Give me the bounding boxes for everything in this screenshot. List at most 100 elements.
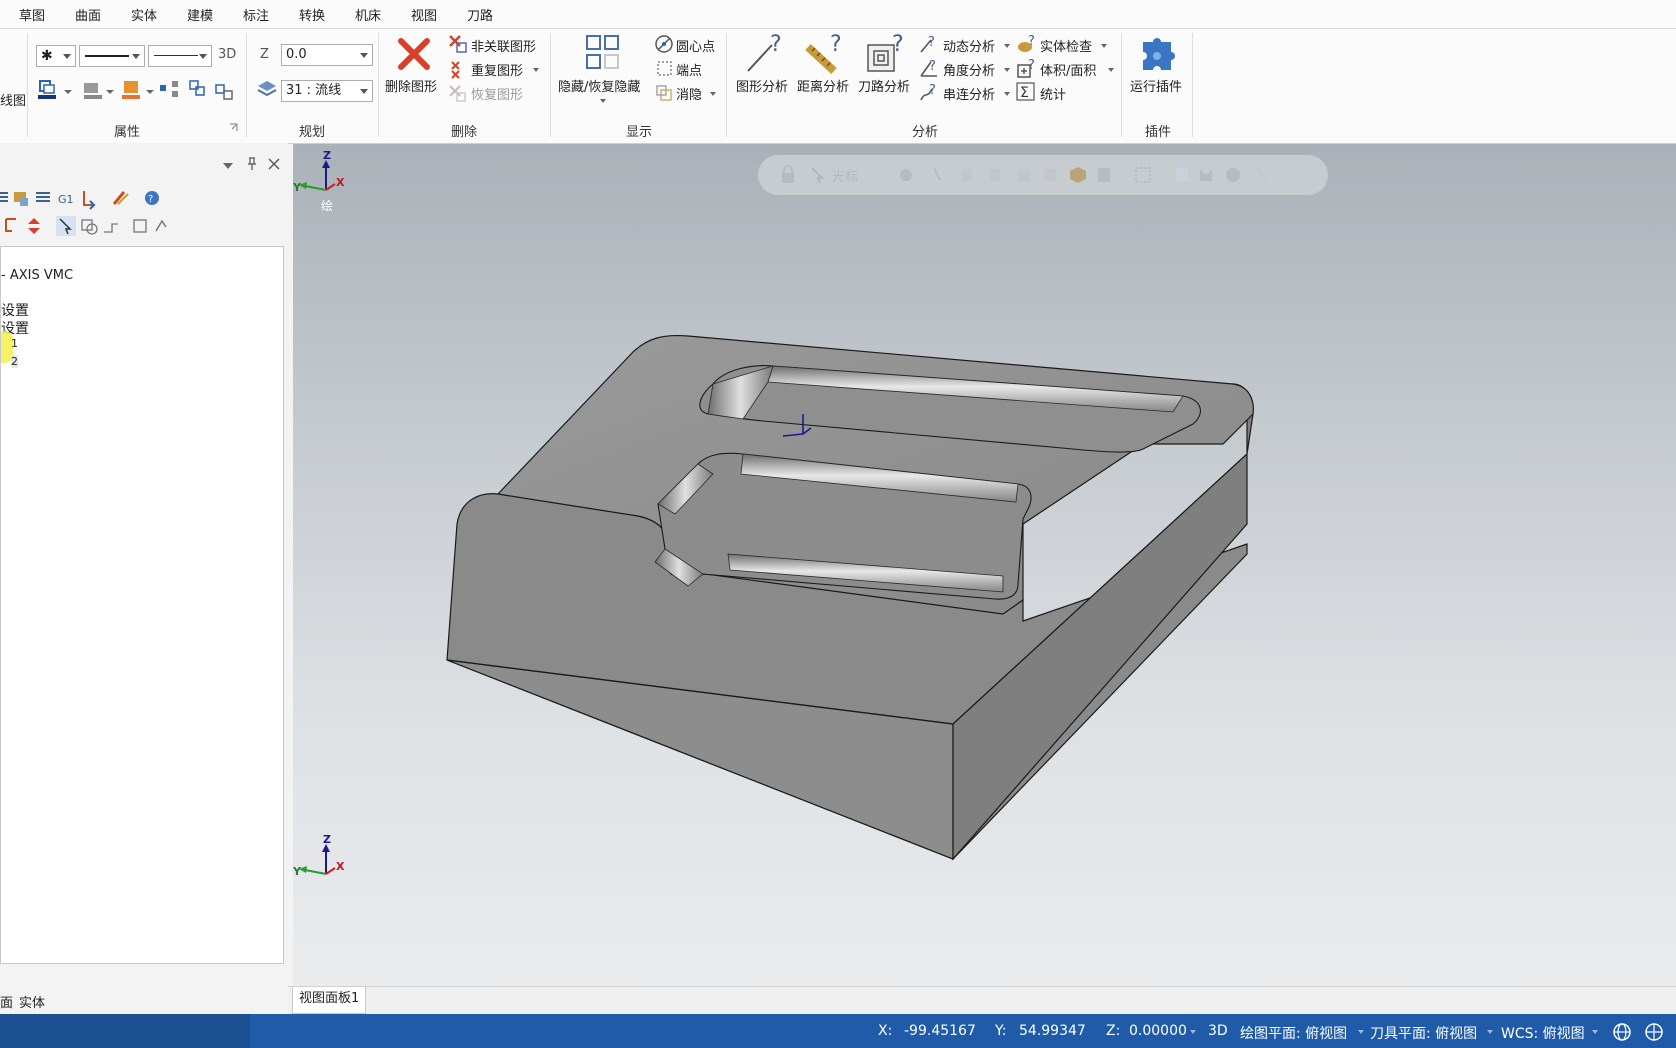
- volume-area-dropdown-arrow[interactable]: [1108, 68, 1114, 72]
- hide-unhide-icon[interactable]: [585, 34, 621, 72]
- status-x-label: X:: [878, 1023, 893, 1039]
- status-tool-plane[interactable]: 刀具平面: 俯视图: [1370, 1023, 1477, 1043]
- toolpath-toolbar-row1[interactable]: G1 ?: [0, 188, 170, 210]
- menu-solids[interactable]: 实体: [131, 5, 157, 24]
- selection-mode-icons[interactable]: [878, 165, 1308, 185]
- blank-icon: [656, 85, 672, 101]
- hide-unhide-dropdown-arrow[interactable]: [600, 99, 606, 103]
- menu-surfaces[interactable]: 曲面: [75, 5, 101, 24]
- cursor-mode-label[interactable]: 光标: [832, 166, 858, 185]
- delete-x-icon[interactable]: [397, 37, 431, 71]
- menu-transform[interactable]: 转换: [299, 5, 325, 24]
- svg-text:Σ: Σ: [1020, 85, 1029, 101]
- duplicate-dropdown-arrow[interactable]: [533, 68, 539, 72]
- dynamic-analysis-dropdown-arrow[interactable]: [1004, 44, 1010, 48]
- blank-dropdown-arrow[interactable]: [710, 92, 716, 96]
- distance-analysis-icon[interactable]: ?: [804, 33, 846, 75]
- viewsheet-tab-1[interactable]: 视图面板1: [292, 987, 367, 1014]
- chain-analysis-button[interactable]: 串连分析: [943, 84, 995, 103]
- mode-3d-button[interactable]: 3D: [218, 47, 236, 62]
- menu-machine[interactable]: 机床: [355, 5, 381, 24]
- tree-operation-2[interactable]: 2: [11, 355, 18, 368]
- volume-area-button[interactable]: 体积/面积: [1040, 60, 1096, 79]
- menu-sketch[interactable]: 草图: [19, 5, 45, 24]
- solid-part-model[interactable]: [443, 324, 1523, 924]
- undelete-button[interactable]: 恢复图形: [471, 84, 523, 103]
- entity-analysis-button[interactable]: 图形分析: [736, 76, 788, 95]
- status-construction-plane[interactable]: 绘图平面: 俯视图: [1240, 1023, 1347, 1043]
- separator: [27, 33, 28, 137]
- tab-planes-partial[interactable]: 面: [0, 992, 13, 1011]
- statistics-button[interactable]: 统计: [1040, 84, 1066, 103]
- tree-operation-1[interactable]: 1: [11, 337, 18, 350]
- svg-text:?: ?: [1028, 58, 1035, 73]
- ribbon: 线图 ✱ 3D 属性 Z 0.0 31 : 流线 规划 删除图形 非关联图形 重…: [0, 29, 1676, 144]
- tab-solids[interactable]: 实体: [19, 992, 45, 1011]
- dialog-launcher-icon[interactable]: [229, 123, 238, 132]
- status-cplane-dropdown-arrow[interactable]: [1358, 1030, 1364, 1034]
- toolpath-toolbar-row2[interactable]: [0, 215, 180, 237]
- status-wcs[interactable]: WCS: 俯视图: [1501, 1023, 1585, 1043]
- status-mode-3d[interactable]: 3D: [1208, 1023, 1228, 1039]
- dynamic-analysis-icon: ?: [920, 35, 935, 53]
- status-z-dropdown-arrow[interactable]: [1190, 1030, 1196, 1034]
- point-style-combo[interactable]: ✱: [36, 45, 76, 67]
- line-width-combo[interactable]: [148, 45, 212, 67]
- toolpath-analysis-icon[interactable]: ?: [864, 33, 906, 75]
- undelete-icon: [449, 85, 466, 102]
- run-addin-button[interactable]: 运行插件: [1130, 76, 1182, 95]
- duplicate-button[interactable]: 重复图形: [471, 60, 523, 79]
- entity-analysis-icon[interactable]: ?: [744, 33, 786, 75]
- group-title-analysis: 分析: [911, 125, 938, 140]
- angle-analysis-button[interactable]: 角度分析: [943, 60, 995, 79]
- menu-view[interactable]: 视图: [411, 5, 437, 24]
- graphics-viewport[interactable]: 光标 Z Y X 绘 Z Y X: [293, 144, 1676, 986]
- toolpath-analysis-button[interactable]: 刀路分析: [858, 76, 910, 95]
- endpoint-button[interactable]: 端点: [676, 60, 702, 79]
- globe-icon[interactable]: [1612, 1022, 1632, 1042]
- menu-drafting[interactable]: 标注: [243, 5, 269, 24]
- panel-menu-arrow[interactable]: [223, 163, 233, 169]
- endpoint-icon: [657, 61, 672, 76]
- status-y-value: 54.99347: [1019, 1023, 1086, 1039]
- delete-entities-button[interactable]: 删除图形: [385, 76, 437, 95]
- status-wcs-dropdown-arrow[interactable]: [1592, 1030, 1598, 1034]
- view-gnomon-bottom: Z Y X: [293, 833, 345, 878]
- puzzle-plugin-icon[interactable]: [1137, 34, 1179, 74]
- z-depth-value: 0.0: [286, 47, 307, 62]
- duplicate-icon: [451, 61, 460, 79]
- group-title-delete: 删除: [450, 125, 477, 140]
- hide-unhide-button[interactable]: 隐藏/恢复隐藏: [558, 76, 640, 95]
- center-point-icon: [655, 35, 673, 53]
- tree-machine-group[interactable]: - AXIS VMC: [1, 268, 73, 283]
- gnomon-y-label: Y: [293, 865, 302, 878]
- floating-selection-toolbar[interactable]: 光标: [758, 155, 1328, 195]
- pin-icon[interactable]: [246, 157, 258, 171]
- level-combo[interactable]: 31 : 流线: [281, 80, 373, 102]
- solid-check-button[interactable]: 实体检查: [1040, 36, 1092, 55]
- menu-model[interactable]: 建模: [187, 5, 213, 24]
- attribute-icons-row[interactable]: [38, 79, 238, 103]
- angle-analysis-dropdown-arrow[interactable]: [1004, 68, 1010, 72]
- menu-toolpaths[interactable]: 刀路: [467, 5, 493, 24]
- svg-text:?: ?: [928, 35, 935, 50]
- distance-analysis-button[interactable]: 距离分析: [797, 76, 849, 95]
- non-assoc-button[interactable]: 非关联图形: [471, 36, 536, 55]
- separator: [1192, 33, 1193, 137]
- solid-check-dropdown-arrow[interactable]: [1101, 44, 1107, 48]
- globe-wireframe-icon[interactable]: [1644, 1022, 1664, 1042]
- status-tplane-dropdown-arrow[interactable]: [1487, 1030, 1493, 1034]
- center-point-button[interactable]: 圆心点: [676, 36, 715, 55]
- gnomon-y-label: Y: [293, 181, 302, 194]
- blank-button[interactable]: 消隐: [676, 84, 702, 103]
- chain-analysis-dropdown-arrow[interactable]: [1004, 92, 1010, 96]
- close-icon[interactable]: [268, 158, 280, 170]
- level-value: 31 : 流线: [286, 83, 342, 98]
- line-style-combo[interactable]: [79, 45, 145, 67]
- tree-item-properties[interactable]: 设置: [1, 300, 29, 320]
- left-cut-label[interactable]: 线图: [0, 90, 26, 109]
- dynamic-analysis-button[interactable]: 动态分析: [943, 36, 995, 55]
- panel-bottom-tabs: 面 实体: [0, 988, 288, 1014]
- svg-text:?: ?: [148, 194, 153, 205]
- z-depth-combo[interactable]: 0.0: [281, 44, 373, 66]
